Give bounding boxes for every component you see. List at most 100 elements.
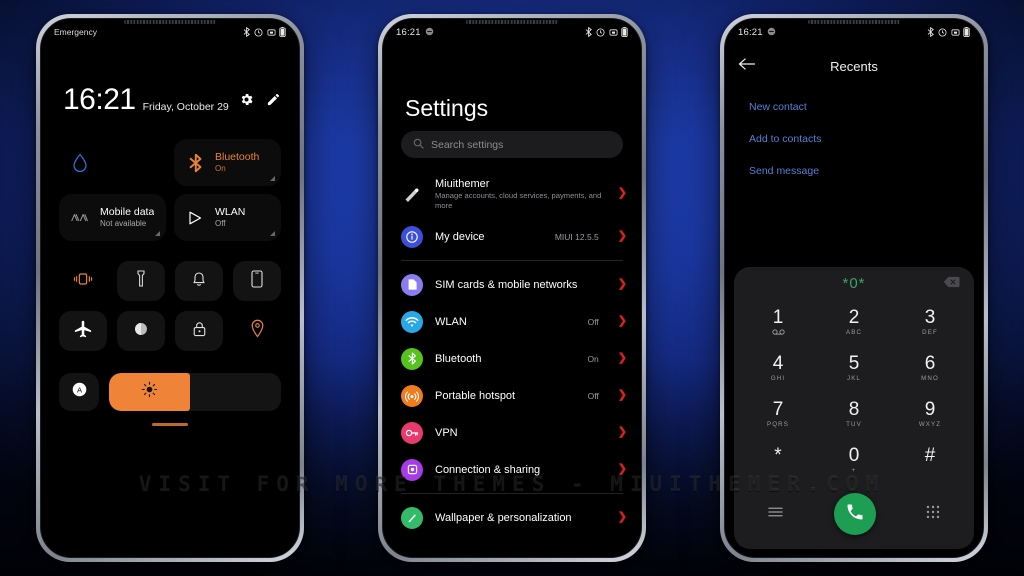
dialer-key-7[interactable]: 7 PQRS <box>740 392 816 438</box>
battery-icon <box>279 27 286 37</box>
settings-row-wlan[interactable]: WLAN Off ❯ <box>383 303 641 340</box>
earpiece-speaker <box>124 20 216 24</box>
settings-row-vpn[interactable]: VPN ❯ <box>383 414 641 451</box>
action-add-to-contacts[interactable]: Add to contacts <box>749 133 965 145</box>
settings-row-value: MIUI 12.5.5 <box>554 231 599 242</box>
tile-subtitle: Off <box>215 219 226 228</box>
account-icon <box>401 183 423 205</box>
tile-subtitle: Not available <box>100 219 147 228</box>
dialer-key-6[interactable]: 6 MNO <box>892 346 968 392</box>
key-letters: GHI <box>770 375 786 383</box>
tile-title: WLAN <box>215 206 246 218</box>
bell-icon <box>191 270 207 293</box>
quick-settings-small-tiles <box>59 261 281 351</box>
settings-row-label: Portable hotspot <box>435 389 516 402</box>
search-input[interactable]: Search settings <box>401 131 623 158</box>
gear-icon[interactable] <box>239 92 254 112</box>
mobile-data-icon <box>69 207 91 229</box>
settings-row-value: Off <box>587 316 599 327</box>
tile-airplane-mode[interactable] <box>59 311 107 351</box>
key-digit: 5 <box>848 353 860 375</box>
brightness-slider[interactable] <box>109 373 281 411</box>
recents-actions: New contact Add to contacts Send message <box>749 101 965 197</box>
dialer-key-hash[interactable]: # <box>892 437 968 483</box>
call-button[interactable] <box>833 493 876 535</box>
voicemail-icon <box>771 329 785 337</box>
quick-settings-big-tiles: Bluetooth On Mobile data Not available W… <box>59 139 281 241</box>
screenshot-icon <box>608 28 618 37</box>
earpiece-speaker <box>808 20 900 24</box>
tile-water-drop[interactable] <box>59 139 166 186</box>
screenshot-icon <box>266 28 276 37</box>
dialer-key-4[interactable]: 4 GHI <box>740 346 816 392</box>
sim-icon <box>401 273 423 296</box>
phone-call-icon <box>845 502 865 527</box>
key-letters: PQRS <box>767 420 789 428</box>
tile-bluetooth[interactable]: Bluetooth On <box>174 139 281 186</box>
dialpad-icon[interactable] <box>926 505 940 524</box>
dialer-key-1[interactable]: 1 <box>740 300 816 346</box>
brush-icon <box>401 506 423 529</box>
dialer-key-3[interactable]: 3 DEF <box>892 300 968 346</box>
settings-row-connection-sharing[interactable]: Connection & sharing ❯ <box>383 451 641 488</box>
tile-vibrate[interactable] <box>59 261 107 301</box>
expand-corner-icon[interactable] <box>155 231 160 236</box>
settings-row-miuithemer[interactable]: Miuithemer Manage accounts, cloud servic… <box>383 169 641 218</box>
page-title: Recents <box>830 58 878 74</box>
key-digit: 0 <box>848 444 860 466</box>
dialer-key-5[interactable]: 5 JKL <box>816 346 892 392</box>
dialer-key-2[interactable]: 2 ABC <box>816 300 892 346</box>
key-digit: 1 <box>772 307 784 329</box>
phone3-screen: 16:21 Recents New contact Add to contact… <box>725 19 983 557</box>
tile-cast[interactable] <box>233 261 281 301</box>
expand-corner-icon[interactable] <box>270 231 275 236</box>
settings-row-bluetooth[interactable]: Bluetooth On ❯ <box>383 340 641 377</box>
phone-device-center: 16:21 Settings Search settings Miuitheme… <box>378 14 646 562</box>
tile-dark-mode[interactable] <box>117 311 165 351</box>
back-button[interactable] <box>725 57 769 76</box>
phone-device-right: 16:21 Recents New contact Add to contact… <box>720 14 988 562</box>
key-digit: 3 <box>924 307 936 329</box>
key-letters: + <box>851 466 857 474</box>
key-digit: 7 <box>772 398 784 420</box>
screenshot-canvas: Emergency 16:21 Friday, October 29 Bluet… <box>0 0 1024 576</box>
expand-corner-icon[interactable] <box>270 176 275 181</box>
settings-row-my-device[interactable]: My device MIUI 12.5.5 ❯ <box>383 218 641 255</box>
lockscreen-clock-row: 16:21 Friday, October 29 <box>63 85 281 115</box>
key-letters: JKL <box>847 375 861 383</box>
settings-row-sim-cards[interactable]: SIM cards & mobile networks ❯ <box>383 266 641 303</box>
location-pin-icon <box>250 319 265 343</box>
backspace-icon[interactable] <box>943 275 960 293</box>
tile-flashlight[interactable] <box>117 261 165 301</box>
chevron-right-icon: ❯ <box>617 426 627 438</box>
list-divider <box>401 260 623 261</box>
clock-time: 16:21 <box>63 83 136 116</box>
panel-drag-handle[interactable] <box>152 423 188 426</box>
dialer-key-8[interactable]: 8 TUV <box>816 392 892 438</box>
info-icon <box>401 225 423 248</box>
action-new-contact[interactable]: New contact <box>749 101 965 113</box>
brightness-row: A <box>59 373 281 411</box>
menu-icon[interactable] <box>768 505 783 523</box>
clock-date: Friday, October 29 <box>142 100 229 113</box>
pencil-icon[interactable] <box>266 92 281 112</box>
dialer-key-0[interactable]: 0 + <box>816 437 892 483</box>
alarm-icon <box>596 27 605 37</box>
arrow-left-icon <box>738 57 756 76</box>
action-send-message[interactable]: Send message <box>749 165 965 177</box>
alarm-icon <box>254 27 263 37</box>
dialer-key-9[interactable]: 9 WXYZ <box>892 392 968 438</box>
tile-mobile-data[interactable]: Mobile data Not available <box>59 194 166 241</box>
settings-row-value: Off <box>587 390 599 401</box>
tile-screen-lock[interactable] <box>175 311 223 351</box>
key-letters: DEF <box>922 329 938 337</box>
bluetooth-icon <box>585 27 593 37</box>
tile-ringer[interactable] <box>175 261 223 301</box>
settings-list: Miuithemer Manage accounts, cloud servic… <box>383 169 641 557</box>
settings-row-portable-hotspot[interactable]: Portable hotspot Off ❯ <box>383 377 641 414</box>
auto-brightness-button[interactable]: A <box>59 373 99 411</box>
dialer-key-star[interactable]: * <box>740 437 816 483</box>
tile-location[interactable] <box>233 311 281 351</box>
tile-wlan[interactable]: WLAN Off <box>174 194 281 241</box>
settings-row-wallpaper-personalization[interactable]: Wallpaper & personalization ❯ <box>383 499 641 536</box>
